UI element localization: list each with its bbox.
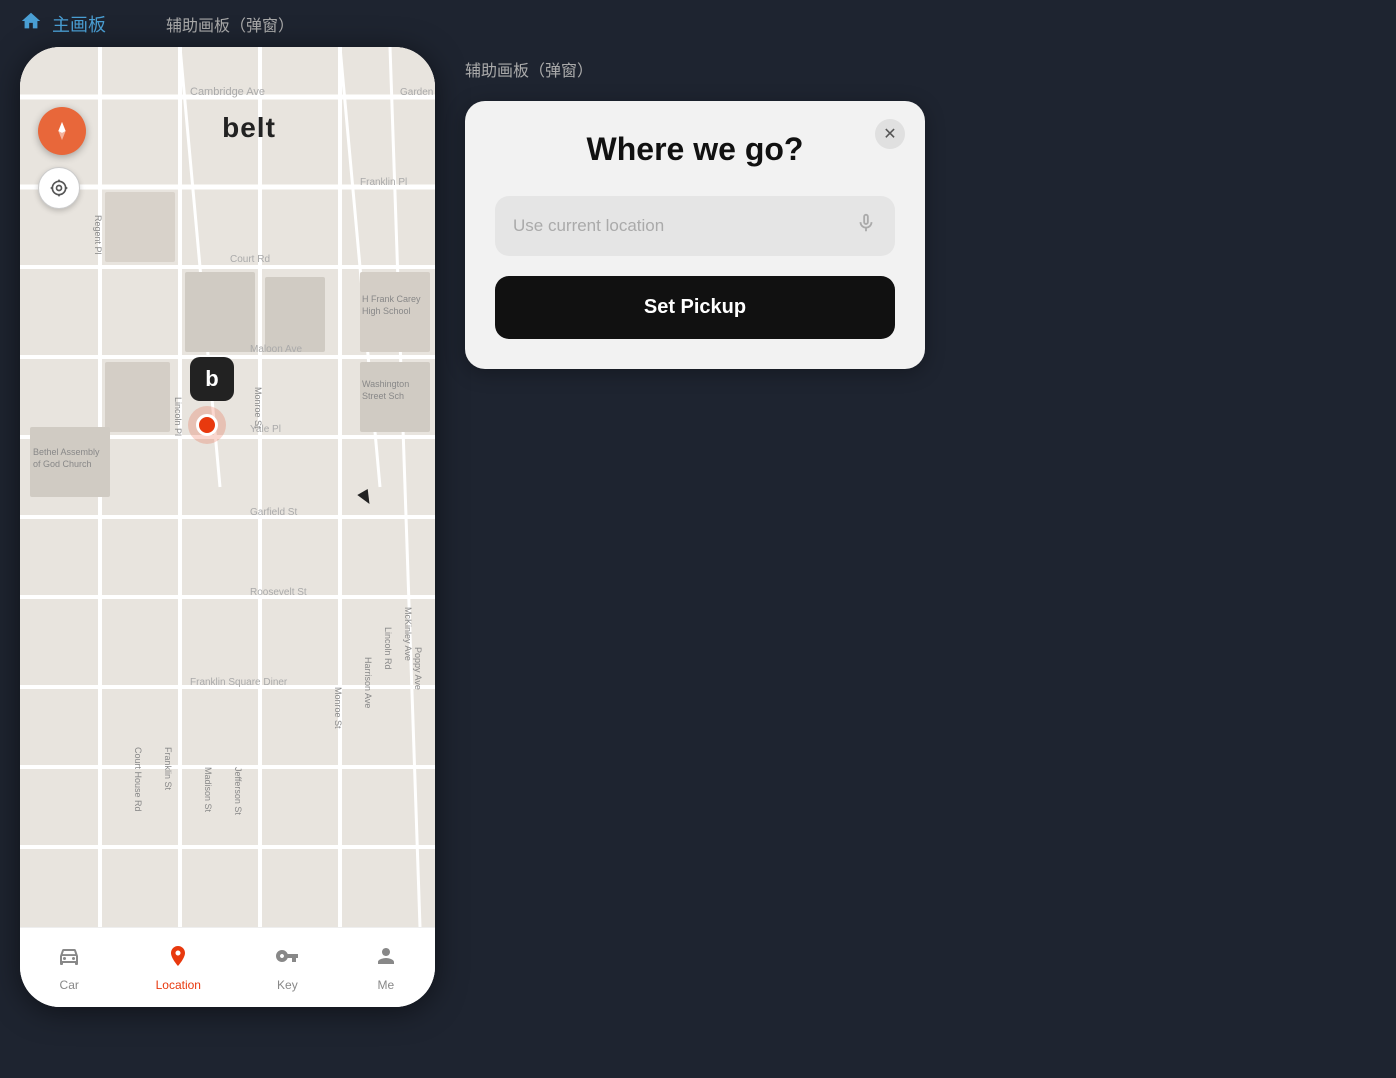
main-panel-header: 主画板 <box>20 10 106 37</box>
map-area: Cambridge Ave Garden Dr Franklin Pl Cour… <box>20 47 435 927</box>
top-bar: 主画板 辅助画板（弹窗） <box>0 0 1396 47</box>
svg-text:Bethel Assembly: Bethel Assembly <box>33 447 100 457</box>
nav-item-key[interactable]: Key <box>275 944 299 992</box>
svg-text:Garden Dr: Garden Dr <box>400 87 435 98</box>
main-layout: Cambridge Ave Garden Dr Franklin Pl Cour… <box>0 47 1396 1075</box>
svg-text:Court Rd: Court Rd <box>230 254 270 265</box>
popup-card: ✕ Where we go? Use current location Set … <box>465 101 925 369</box>
key-icon <box>275 944 299 974</box>
popup-title: Where we go? <box>495 131 895 168</box>
svg-text:Monroe St: Monroe St <box>253 387 263 429</box>
nav-item-location[interactable]: Location <box>156 944 201 992</box>
locate-button[interactable] <box>38 167 80 209</box>
svg-text:McKinley Ave: McKinley Ave <box>403 607 413 661</box>
svg-text:Lincoln Rd: Lincoln Rd <box>383 627 393 670</box>
location-input-wrap[interactable]: Use current location <box>495 196 895 256</box>
svg-text:Harrison Ave: Harrison Ave <box>363 657 373 708</box>
location-input-placeholder: Use current location <box>513 216 664 236</box>
car-icon <box>57 944 81 974</box>
me-icon <box>374 944 398 974</box>
svg-text:Roosevelt St: Roosevelt St <box>250 587 307 598</box>
sub-panel-title: 辅助画板（弹窗） <box>166 12 294 36</box>
svg-text:Poppy Ave: Poppy Ave <box>413 647 423 690</box>
popup-close-button[interactable]: ✕ <box>875 119 905 149</box>
svg-text:Washington: Washington <box>362 379 409 389</box>
nav-item-me[interactable]: Me <box>374 944 398 992</box>
nav-item-car[interactable]: Car <box>57 944 81 992</box>
svg-text:Franklin St: Franklin St <box>163 747 173 791</box>
map-svg: Cambridge Ave Garden Dr Franklin Pl Cour… <box>20 47 435 927</box>
svg-text:Jefferson St: Jefferson St <box>233 767 243 815</box>
svg-text:Cambridge Ave: Cambridge Ave <box>190 86 265 98</box>
nav-label-me: Me <box>377 978 394 992</box>
svg-text:Maloon Ave: Maloon Ave <box>250 344 303 355</box>
svg-text:Regent Pl: Regent Pl <box>93 215 103 255</box>
svg-text:Franklin Pl: Franklin Pl <box>360 177 407 188</box>
mic-icon <box>855 212 877 240</box>
set-pickup-button[interactable]: Set Pickup <box>495 276 895 339</box>
location-icon <box>166 944 190 974</box>
main-panel-title: 主画板 <box>52 11 106 37</box>
nav-label-key: Key <box>277 978 298 992</box>
svg-text:High School: High School <box>362 306 411 316</box>
phone-frame: Cambridge Ave Garden Dr Franklin Pl Cour… <box>20 47 435 1007</box>
svg-text:of God Church: of God Church <box>33 459 92 469</box>
compass-button[interactable] <box>38 107 86 155</box>
svg-text:Monroe St: Monroe St <box>333 687 343 729</box>
svg-text:Franklin Square Diner: Franklin Square Diner <box>190 677 288 688</box>
svg-text:Court House Rd: Court House Rd <box>133 747 143 812</box>
bottom-nav: Car Location Key Me <box>20 927 435 1007</box>
panel-title: 辅助画板（弹窗） <box>465 57 1376 81</box>
map-marker-b: b <box>190 357 234 401</box>
svg-text:Garfield St: Garfield St <box>250 507 297 518</box>
map-marker-dot <box>196 414 218 436</box>
svg-text:Madison St: Madison St <box>203 767 213 813</box>
right-panel: 辅助画板（弹窗） ✕ Where we go? Use current loca… <box>465 47 1376 1075</box>
svg-text:Street Sch: Street Sch <box>362 391 404 401</box>
svg-text:Lincoln Pl: Lincoln Pl <box>173 397 183 436</box>
belt-label: belt <box>222 112 276 144</box>
home-icon <box>20 10 42 37</box>
nav-label-location: Location <box>156 978 201 992</box>
nav-label-car: Car <box>60 978 79 992</box>
svg-text:H Frank Carey: H Frank Carey <box>362 294 421 304</box>
